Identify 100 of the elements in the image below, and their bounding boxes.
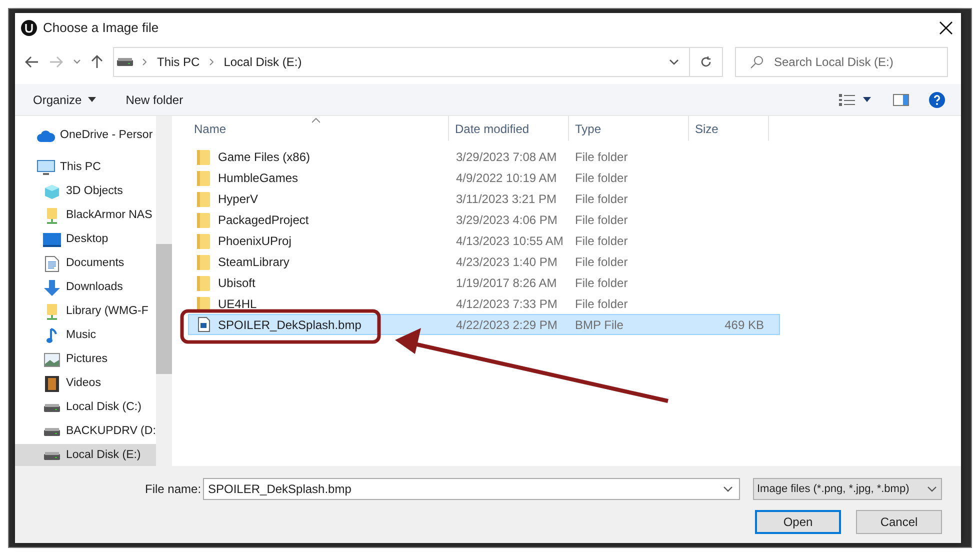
chevron-down-icon — [927, 486, 937, 492]
type-cell-text: File folder — [574, 232, 629, 250]
folder-icon — [197, 148, 211, 164]
document-icon — [45, 256, 59, 272]
type-cell-text: File folder — [574, 254, 629, 270]
navigation-item[interactable]: Desktop — [15, 228, 172, 252]
file-row[interactable]: PackagedProject 3/29/2023 4:06 PM File folder — [188, 209, 780, 230]
file-row[interactable]: Game Files (x86) 3/29/2023 7:08 AM File folder — [188, 146, 780, 167]
column-header[interactable]: Name — [174, 116, 449, 141]
file-name: PhoenixUProj — [218, 232, 292, 250]
type-cell-text: File folder — [574, 148, 629, 166]
date-cell-text: 3/29/2023 7:08 AM — [455, 148, 558, 166]
date-cell-text: 4/9/2022 10:19 AM — [455, 170, 558, 186]
file-row[interactable]: UE4HL 4/12/2023 7:33 PM File folder — [188, 293, 780, 314]
cancel-button[interactable]: Cancel — [856, 510, 942, 534]
navigation-item[interactable]: BlackArmor NAS — [15, 204, 172, 228]
file-name: HumbleGames — [218, 170, 298, 186]
breadcrumb[interactable]: This PC — [157, 53, 200, 71]
search-icon — [750, 55, 764, 69]
chevron-down-icon — [723, 486, 733, 492]
breadcrumb[interactable]: Local Disk (E:) — [224, 53, 302, 71]
help-icon[interactable] — [929, 92, 945, 108]
navigation-item[interactable]: BACKUPDRV (D: — [15, 420, 172, 444]
scrollbar[interactable] — [156, 116, 172, 466]
file-row[interactable]: HumbleGames 4/9/2022 10:19 AM File folder — [188, 167, 780, 188]
folder-icon — [197, 254, 211, 270]
type-cell-text: File folder — [574, 274, 629, 292]
navigation-item[interactable]: Music — [15, 324, 172, 348]
file-name: HyperV — [218, 190, 258, 208]
cube-icon — [44, 184, 60, 200]
folder-icon — [197, 232, 211, 248]
file-name: Ubisoft — [218, 274, 256, 292]
column-header[interactable]: Type — [569, 116, 689, 141]
navigation-item[interactable]: 3D Objects — [15, 180, 172, 204]
column-header[interactable]: Date modified — [449, 116, 569, 141]
navigation-item[interactable]: OneDrive - Persor — [15, 124, 172, 148]
navigation-item[interactable]: Documents — [15, 252, 172, 276]
desktop-icon — [43, 233, 61, 247]
drive-icon — [44, 428, 60, 436]
network-drive-icon — [44, 304, 60, 320]
caret-icon — [88, 97, 96, 102]
type-cell-text: File folder — [574, 296, 629, 312]
image-file-icon — [198, 317, 210, 332]
search-field[interactable]: Search Local Disk (E:) — [735, 47, 948, 77]
monitor-icon — [37, 160, 55, 176]
date-cell-text: 4/23/2023 1:40 PM — [455, 254, 558, 270]
chevron-right-icon — [208, 58, 215, 66]
navigation-item[interactable]: Library (WMG-F — [15, 300, 172, 324]
new-folder-button[interactable]: New folder — [126, 90, 184, 108]
file-name: SteamLibrary — [218, 254, 290, 270]
date-cell-text: 4/22/2023 2:29 PM — [455, 316, 558, 334]
drive-icon — [117, 58, 133, 66]
navigation-item[interactable]: Local Disk (C:) — [15, 396, 172, 420]
file-row[interactable]: Ubisoft 1/19/2017 8:26 AM File folder — [188, 272, 780, 293]
date-cell-text: 3/11/2023 3:21 PM — [455, 190, 558, 208]
drive-icon — [44, 404, 60, 412]
folder-icon — [197, 274, 211, 290]
file-type-dropdown[interactable]: Image files (*.png, *.jpg, *.bmp) — [753, 478, 942, 500]
file-row[interactable]: PhoenixUProj 4/13/2023 10:55 AM File folder — [188, 230, 780, 251]
back-arrow-icon[interactable] — [25, 56, 39, 68]
date-cell-text: 4/12/2023 7:33 PM — [455, 296, 558, 312]
navigation-item[interactable]: Downloads — [15, 276, 172, 300]
caret-icon — [863, 97, 871, 102]
preview-pane-icon[interactable] — [893, 94, 909, 106]
file-name: PackagedProject — [218, 212, 309, 228]
address-bar[interactable]: This PC Local Disk (E:) — [113, 47, 723, 77]
size-cell-text: 469 KB — [724, 316, 764, 334]
chevron-right-icon — [142, 58, 148, 66]
list-view-icon — [839, 94, 855, 106]
down-arrow-icon — [44, 280, 60, 296]
date-cell-text: 3/29/2023 4:06 PM — [455, 212, 558, 228]
refresh-icon — [700, 56, 712, 68]
navigation-item[interactable]: Pictures — [15, 348, 172, 372]
type-cell-text: BMP File — [574, 316, 624, 334]
date-cell-text: 4/13/2023 10:55 AM — [455, 232, 564, 250]
chevron-down-icon[interactable] — [669, 59, 679, 65]
file-row[interactable]: SPOILER_DekSplash.bmp 4/22/2023 2:29 PM BMP File 469 KB — [188, 314, 780, 335]
close-icon[interactable] — [939, 21, 953, 35]
file-row[interactable]: SteamLibrary 4/23/2023 1:40 PM File folder — [188, 251, 780, 272]
scrollbar-thumb[interactable] — [156, 244, 172, 374]
file-row[interactable]: HyperV 3/11/2023 3:21 PM File folder — [188, 188, 780, 209]
navigation-item[interactable]: Videos — [15, 372, 172, 396]
view-options-button[interactable] — [839, 94, 871, 106]
file-name: Game Files (x86) — [218, 148, 310, 166]
drive-icon — [44, 452, 60, 460]
folder-icon — [197, 212, 211, 228]
landscape-image-icon — [44, 353, 60, 367]
up-arrow-icon[interactable] — [91, 55, 103, 69]
film-strip-icon — [45, 376, 59, 392]
file-name: UE4HL — [218, 296, 257, 312]
chevron-down-icon[interactable] — [73, 59, 81, 65]
navigation-item[interactable]: This PC — [15, 156, 172, 180]
organize-menu-button[interactable]: Organize — [33, 90, 96, 108]
file-name-label: File name: — [145, 481, 202, 498]
open-button[interactable]: Open — [755, 510, 841, 534]
type-cell-text: File folder — [574, 212, 629, 228]
column-header[interactable]: Size — [689, 116, 769, 141]
type-cell-text: File folder — [574, 190, 629, 208]
file-name-field[interactable]: SPOILER_DekSplash.bmp — [203, 478, 740, 500]
type-cell-text: File folder — [574, 170, 629, 186]
